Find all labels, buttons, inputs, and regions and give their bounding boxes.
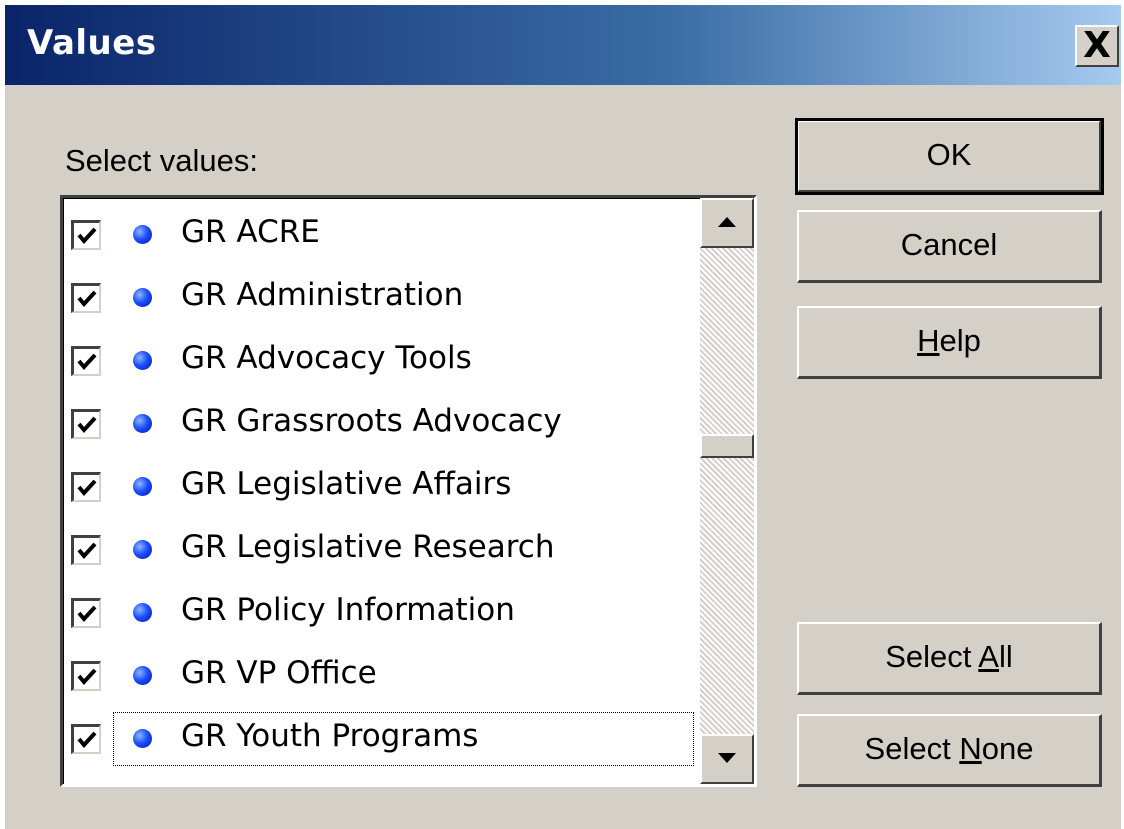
blue-bullet-icon — [133, 540, 152, 559]
item-checkbox[interactable] — [71, 346, 101, 376]
select-all-button[interactable]: Select All — [797, 622, 1102, 695]
item-checkbox[interactable] — [71, 535, 101, 565]
item-checkbox[interactable] — [71, 661, 101, 691]
help-button[interactable]: Help — [797, 306, 1102, 379]
list-item-label: GR ACRE — [181, 214, 320, 250]
blue-bullet-icon — [133, 225, 152, 244]
checkmark-icon — [77, 227, 97, 245]
item-checkbox[interactable] — [71, 283, 101, 313]
scroll-up-button[interactable] — [700, 198, 754, 248]
list-item[interactable]: GR Legislative Affairs — [63, 456, 693, 518]
list-item[interactable]: GR Grassroots Advocacy — [63, 393, 693, 455]
checkmark-icon — [77, 416, 97, 434]
blue-bullet-icon — [133, 288, 152, 307]
item-checkbox[interactable] — [71, 409, 101, 439]
checkmark-icon — [77, 605, 97, 623]
cancel-button-label: Cancel — [900, 227, 998, 262]
list-item[interactable]: GR Administration — [63, 267, 693, 329]
list-item-label: GR Advocacy Tools — [181, 340, 472, 376]
title-bar[interactable]: Values X — [5, 5, 1121, 85]
blue-bullet-icon — [133, 477, 152, 496]
checkmark-icon — [77, 290, 97, 308]
list-item[interactable]: GR VP Office — [63, 645, 693, 707]
dialog-title: Values — [27, 23, 157, 63]
list-item-label: GR Grassroots Advocacy — [181, 403, 562, 439]
scroll-thumb[interactable] — [700, 434, 754, 458]
scroll-down-arrow-icon — [718, 753, 736, 763]
blue-bullet-icon — [133, 603, 152, 622]
close-button[interactable]: X — [1075, 25, 1119, 67]
checkmark-icon — [77, 668, 97, 686]
blue-bullet-icon — [133, 351, 152, 370]
select-values-label: Select values: — [65, 143, 258, 178]
item-checkbox[interactable] — [71, 220, 101, 250]
select-none-label-rest: one — [981, 731, 1034, 766]
cancel-button[interactable]: Cancel — [797, 210, 1102, 283]
list-item-label: GR Policy Information — [181, 592, 515, 628]
blue-bullet-icon — [133, 666, 152, 685]
select-all-mnemonic: A — [978, 639, 999, 674]
list-item[interactable]: GR Advocacy Tools — [63, 330, 693, 392]
list-item-label: GR Legislative Affairs — [181, 466, 512, 502]
checkmark-icon — [77, 479, 97, 497]
values-listbox[interactable]: GR ACRE GR Administration GR Advocacy Tool… — [60, 195, 757, 787]
focus-rectangle — [113, 712, 694, 766]
ok-button-label: OK — [926, 137, 972, 172]
help-mnemonic: H — [917, 323, 940, 358]
item-checkbox[interactable] — [71, 472, 101, 502]
vertical-scrollbar[interactable] — [700, 198, 754, 784]
select-all-label-pre: Select — [885, 639, 979, 674]
checkmark-icon — [77, 353, 97, 371]
item-checkbox[interactable] — [71, 598, 101, 628]
select-none-button[interactable]: Select None — [797, 714, 1102, 787]
list-item[interactable]: GR ACRE — [63, 204, 693, 266]
values-dialog: Values X Select values: GR ACRE GR Admini… — [3, 3, 1121, 829]
help-button-label: elp — [939, 323, 981, 358]
select-none-label-pre: Select — [864, 731, 960, 766]
list-item[interactable]: GR Policy Information — [63, 582, 693, 644]
scroll-up-arrow-icon — [718, 217, 736, 227]
item-checkbox[interactable] — [71, 724, 101, 754]
select-none-mnemonic: N — [959, 731, 982, 766]
list-item[interactable]: GR Legislative Research — [63, 519, 693, 581]
scroll-down-button[interactable] — [700, 734, 754, 784]
checkmark-icon — [77, 542, 97, 560]
list-item-label: GR VP Office — [181, 655, 377, 691]
ok-button[interactable]: OK — [795, 118, 1104, 195]
close-icon: X — [1083, 25, 1111, 66]
blue-bullet-icon — [133, 414, 152, 433]
list-item[interactable]: GR Youth Programs — [63, 708, 694, 770]
checkmark-icon — [77, 731, 97, 749]
list-item-label: GR Legislative Research — [181, 529, 555, 565]
list-item-label: GR Administration — [181, 277, 464, 313]
select-all-label-rest: ll — [998, 639, 1013, 674]
